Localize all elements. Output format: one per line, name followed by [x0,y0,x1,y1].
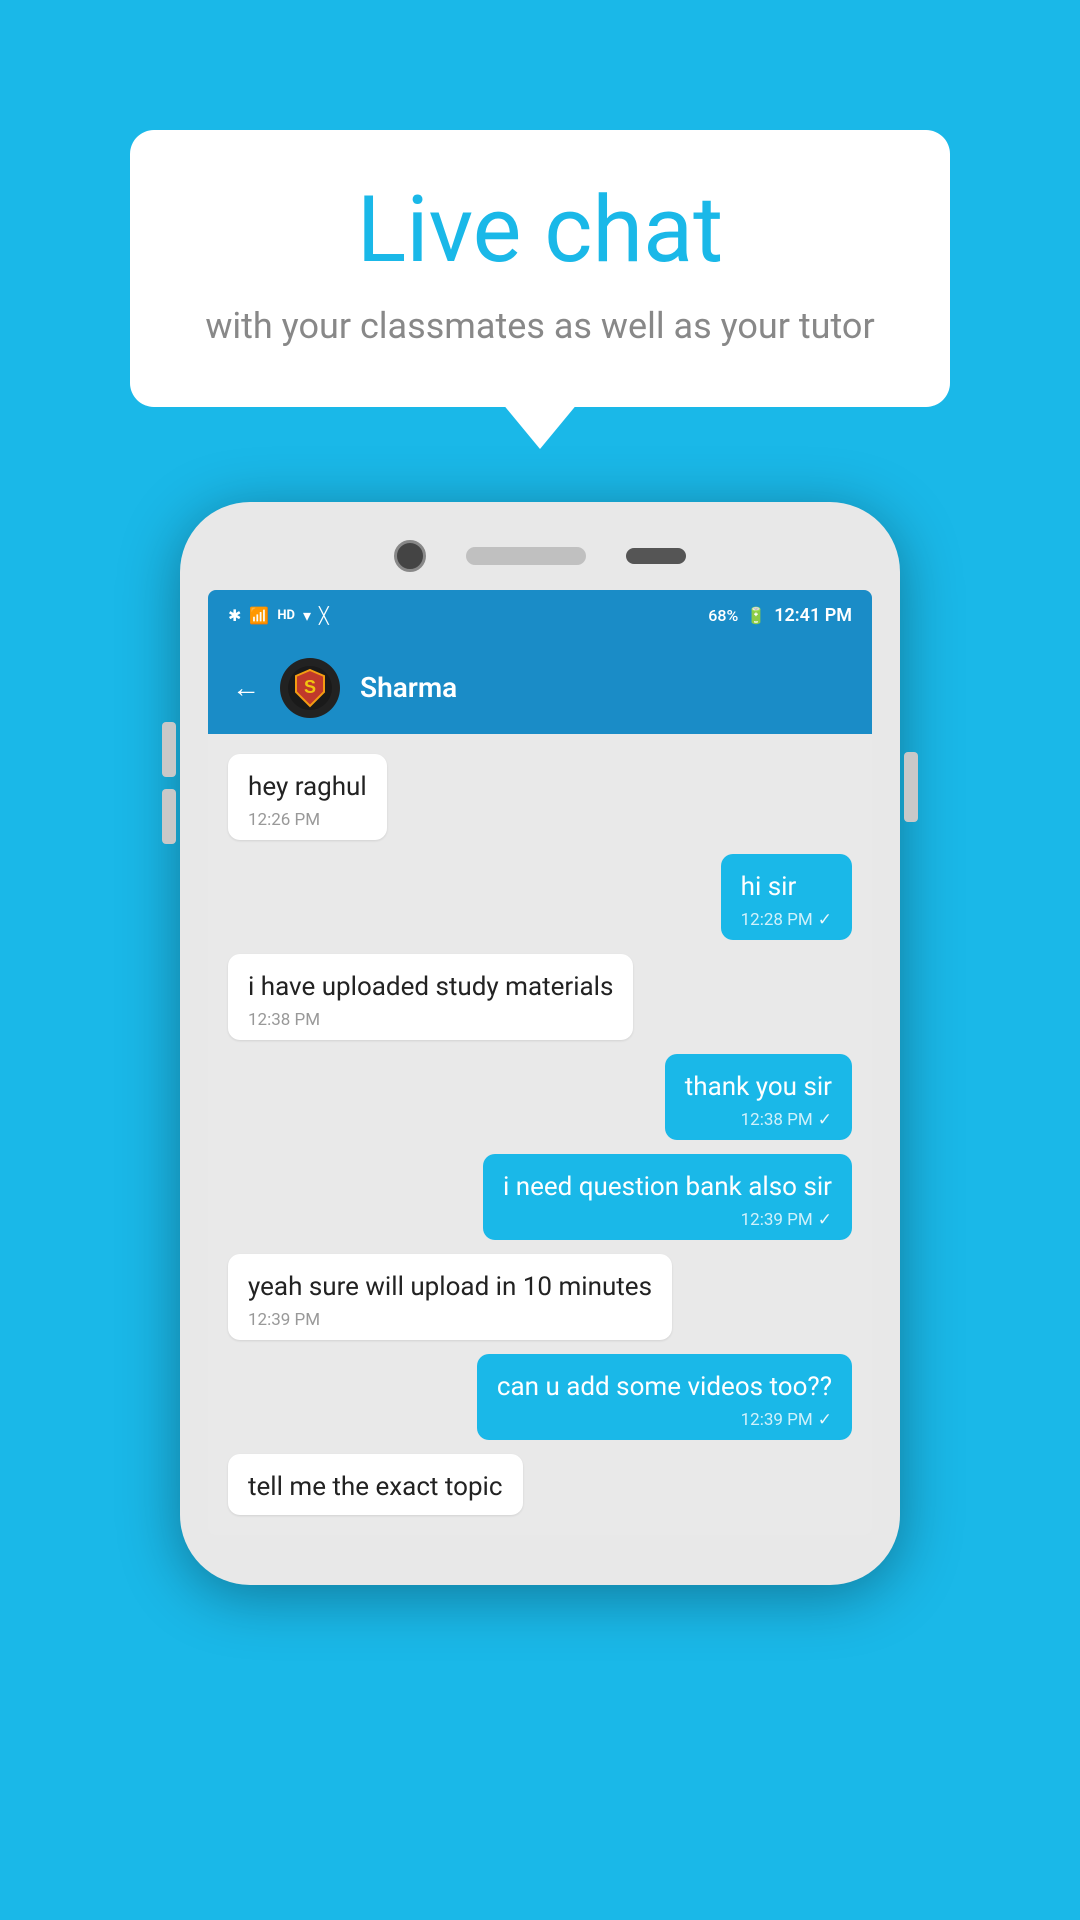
status-bar: ✱ 📶 HD ▾ ╳ 68% 🔋 12:41 PM [208,590,872,642]
bluetooth-icon: ✱ [228,606,241,625]
earpiece-speaker [466,547,586,565]
msg-time-6: 12:39 PM [248,1310,652,1330]
msg-time-2: 12:28 PM ✓ [741,910,832,930]
message-received-8-partial: tell me the exact topic [228,1454,523,1515]
msg-time-7: 12:39 PM ✓ [497,1410,832,1430]
battery-percentage: 68% [708,606,738,625]
wifi-icon: ▾ [303,606,311,625]
front-camera [394,540,426,572]
hd-icon: HD [277,608,295,623]
msg-text-8: tell me the exact topic [248,1470,503,1505]
contact-name: Sharma [360,671,457,704]
message-sent-4: thank you sir 12:38 PM ✓ [665,1054,852,1140]
message-sent-2: hi sir 12:28 PM ✓ [721,854,852,940]
bubble-title: Live chat [200,180,880,281]
vol-up [162,722,176,777]
signal-icon: 📶 [249,606,269,625]
phone-outer: ✱ 📶 HD ▾ ╳ 68% 🔋 12:41 PM ← [180,502,900,1586]
phone-screen: ✱ 📶 HD ▾ ╳ 68% 🔋 12:41 PM ← [208,590,872,1536]
chat-header: ← S Sharma [208,642,872,734]
msg-text-4: thank you sir [685,1070,832,1105]
svg-text:S: S [304,677,316,697]
message-sent-7: can u add some videos too?? 12:39 PM ✓ [477,1354,852,1440]
vol-down [162,789,176,844]
status-right: 68% 🔋 12:41 PM [708,605,852,626]
fingerprint-sensor [626,548,686,564]
power-button [904,752,918,822]
msg-text-2: hi sir [741,870,832,905]
bubble-subtitle: with your classmates as well as your tut… [200,301,880,351]
back-button[interactable]: ← [232,671,260,704]
message-received-6: yeah sure will upload in 10 minutes 12:3… [228,1254,672,1340]
message-sent-5: i need question bank also sir 12:39 PM ✓ [483,1154,852,1240]
volume-buttons [162,722,176,844]
msg-time-5: 12:39 PM ✓ [503,1210,832,1230]
status-time: 12:41 PM [774,605,852,626]
msg-text-5: i need question bank also sir [503,1170,832,1205]
read-checkmark-4: ✓ [818,1110,832,1130]
read-checkmark-7: ✓ [818,1410,832,1430]
read-checkmark-5: ✓ [818,1210,832,1230]
contact-avatar: S [280,658,340,718]
battery-icon: 🔋 [746,606,766,625]
msg-text-3: i have uploaded study materials [248,970,613,1005]
read-checkmark-2: ✓ [818,910,832,930]
msg-time-4: 12:38 PM ✓ [685,1110,832,1130]
msg-text-1: hey raghul [248,770,367,805]
status-icons: ✱ 📶 HD ▾ ╳ [228,606,329,625]
message-received-3: i have uploaded study materials 12:38 PM [228,954,633,1040]
data-icon: ╳ [319,606,329,625]
phone-mockup: ✱ 📶 HD ▾ ╳ 68% 🔋 12:41 PM ← [180,502,900,1586]
msg-time-1: 12:26 PM [248,810,367,830]
msg-time-3: 12:38 PM [248,1010,613,1030]
phone-top [208,530,872,590]
msg-text-7: can u add some videos too?? [497,1370,832,1405]
msg-text-6: yeah sure will upload in 10 minutes [248,1270,652,1305]
speech-bubble: Live chat with your classmates as well a… [130,130,950,407]
message-received-1: hey raghul 12:26 PM [228,754,387,840]
chat-messages: hey raghul 12:26 PM hi sir 12:28 PM ✓ i … [208,734,872,1536]
